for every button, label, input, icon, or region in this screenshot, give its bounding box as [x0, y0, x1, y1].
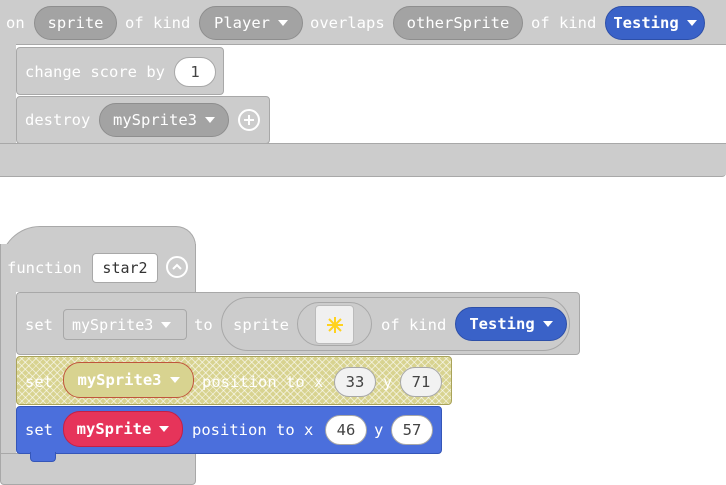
to-label: to: [194, 316, 213, 334]
star-sprite-icon: [326, 316, 343, 333]
function-rail: [0, 262, 16, 462]
sprite-image-thumbnail[interactable]: [315, 305, 354, 344]
set-var-label-2: mySprite3: [77, 371, 162, 389]
y-label-3: y: [374, 421, 384, 439]
set-var-label-1: mySprite3: [72, 315, 154, 334]
chevron-down-icon: [542, 321, 553, 327]
chevron-down-icon: [686, 20, 697, 26]
set-label-2: set: [25, 373, 53, 391]
set-var-dropdown-3[interactable]: mySprite: [63, 411, 183, 447]
overlap-event-rail: [0, 44, 16, 144]
y-label-2: y: [383, 373, 393, 391]
of-kind-label-2: of kind: [531, 14, 597, 32]
kind-testing-dropdown[interactable]: Testing: [605, 6, 705, 40]
position-label-3: position to x: [192, 421, 314, 439]
position-label-2: position to x: [202, 373, 324, 391]
of-kind-label-1: of kind: [125, 14, 191, 32]
set-position-block-tab: [30, 452, 56, 462]
chevron-down-icon: [169, 377, 180, 383]
kind-player-dropdown[interactable]: Player: [199, 6, 303, 40]
destroy-target-dropdown[interactable]: mySprite3: [99, 103, 229, 137]
other-sprite-param[interactable]: otherSprite: [393, 6, 523, 40]
set-var-label-3: mySprite: [76, 420, 152, 438]
y-input-2[interactable]: 71: [400, 367, 442, 397]
set-label-1: set: [25, 316, 53, 334]
kind-testing-dropdown-2[interactable]: Testing: [455, 307, 567, 341]
chevron-down-icon: [161, 321, 172, 328]
chevron-down-icon: [205, 117, 215, 123]
destroy-target-label: mySprite3: [113, 111, 197, 129]
function-name-input[interactable]: star2: [92, 253, 158, 283]
change-score-value[interactable]: 1: [174, 57, 216, 87]
set-var-dropdown-1[interactable]: mySprite3: [63, 309, 187, 340]
collapse-icon[interactable]: [166, 256, 188, 278]
chevron-down-icon: [278, 20, 288, 26]
on-label: on: [6, 14, 25, 32]
change-score-label: change score by: [25, 63, 165, 81]
kind-player-label: Player: [214, 14, 270, 32]
kind-testing-label-2: Testing: [469, 315, 535, 333]
overlap-event-footer: [0, 143, 726, 177]
of-kind-label-3: of kind: [381, 316, 447, 334]
sprite-param[interactable]: sprite: [34, 6, 117, 40]
add-icon[interactable]: [238, 109, 260, 131]
y-input-3[interactable]: 57: [391, 415, 433, 445]
overlaps-label: overlaps: [310, 14, 385, 32]
set-label-3: set: [25, 421, 53, 439]
kind-testing-label: Testing: [613, 14, 679, 32]
destroy-label: destroy: [25, 111, 91, 129]
x-input-3[interactable]: 46: [325, 415, 367, 445]
sprite-label: sprite: [233, 316, 289, 334]
function-label: function: [7, 259, 82, 277]
set-var-dropdown-2[interactable]: mySprite3: [63, 362, 194, 398]
chevron-down-icon: [159, 426, 170, 432]
x-input-2[interactable]: 33: [334, 367, 376, 397]
